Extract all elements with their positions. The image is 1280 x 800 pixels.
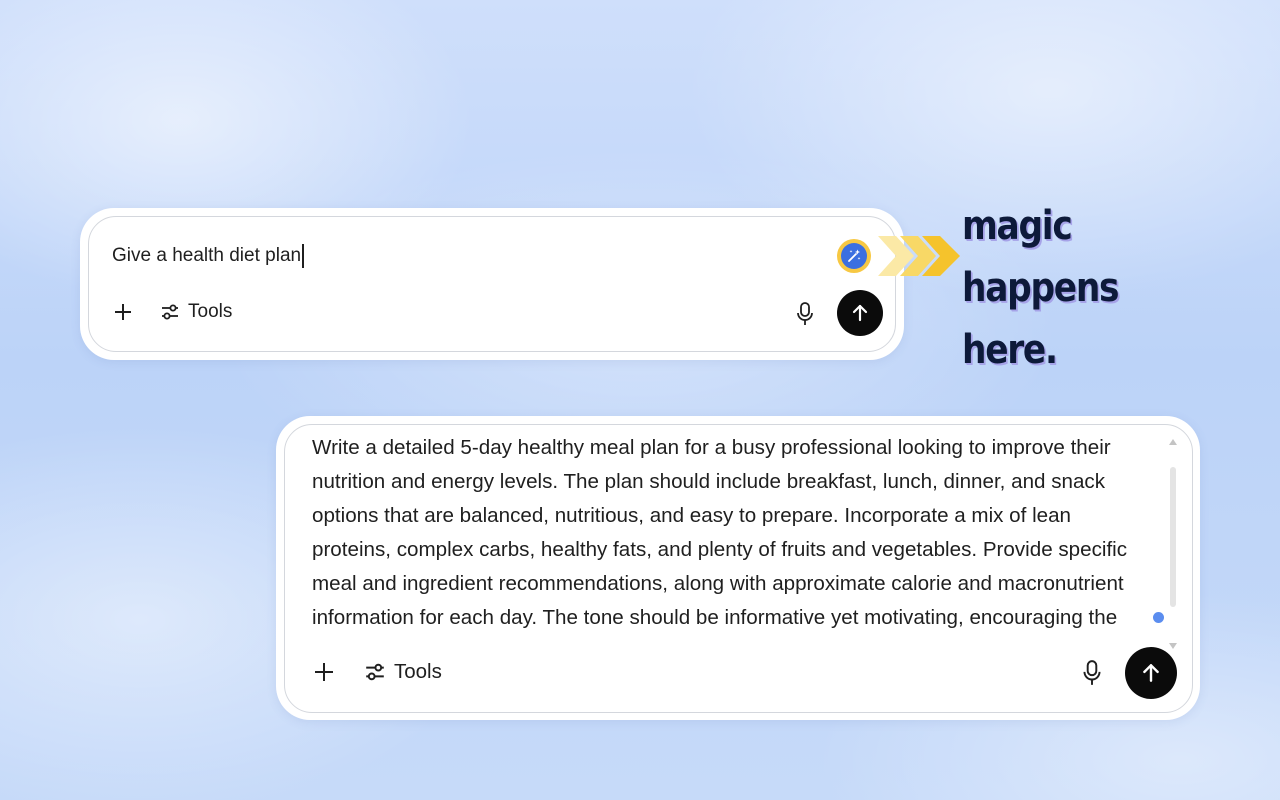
scroll-down-arrow[interactable] [1169, 643, 1177, 649]
tagline: magic happens here. [962, 195, 1220, 381]
plus-icon [115, 304, 131, 320]
tagline-line-2: happens here. [962, 265, 1120, 373]
arrow-up-icon [1143, 664, 1159, 682]
tools-button[interactable]: Tools [364, 660, 442, 684]
scroll-up-arrow[interactable] [1169, 439, 1177, 445]
magic-wand-icon [841, 243, 867, 269]
microphone-icon [797, 302, 813, 325]
scrollbar[interactable] [1169, 439, 1177, 649]
tools-label: Tools [394, 660, 442, 683]
magic-enhance-button[interactable] [837, 239, 871, 273]
scroll-thumb[interactable] [1170, 467, 1176, 607]
arrow-up-icon [852, 304, 868, 322]
microphone-icon [1083, 660, 1101, 685]
voice-input-button[interactable] [1081, 659, 1103, 687]
send-button[interactable] [1125, 647, 1177, 699]
text-caret [302, 244, 304, 268]
tagline-line-1: magic [962, 203, 1073, 249]
tools-button[interactable]: Tools [160, 301, 232, 323]
voice-input-button[interactable] [795, 301, 815, 327]
plus-icon [315, 663, 333, 681]
sliders-icon [366, 663, 384, 681]
add-button[interactable] [312, 660, 336, 684]
status-dot [1153, 612, 1164, 623]
add-button[interactable] [112, 301, 134, 323]
send-button[interactable] [837, 290, 883, 336]
sliders-icon [162, 304, 178, 320]
chevron-arrows-icon [878, 236, 960, 276]
chat-input-original: Give a health diet plan Tools [88, 216, 896, 352]
prompt-text: Give a health diet plan [112, 245, 302, 266]
enhanced-prompt-input[interactable]: Write a detailed 5-day healthy meal plan… [312, 431, 1142, 639]
prompt-input-original[interactable]: Give a health diet plan [112, 244, 304, 268]
chat-input-enhanced: Write a detailed 5-day healthy meal plan… [284, 424, 1193, 713]
tools-label: Tools [188, 301, 233, 322]
